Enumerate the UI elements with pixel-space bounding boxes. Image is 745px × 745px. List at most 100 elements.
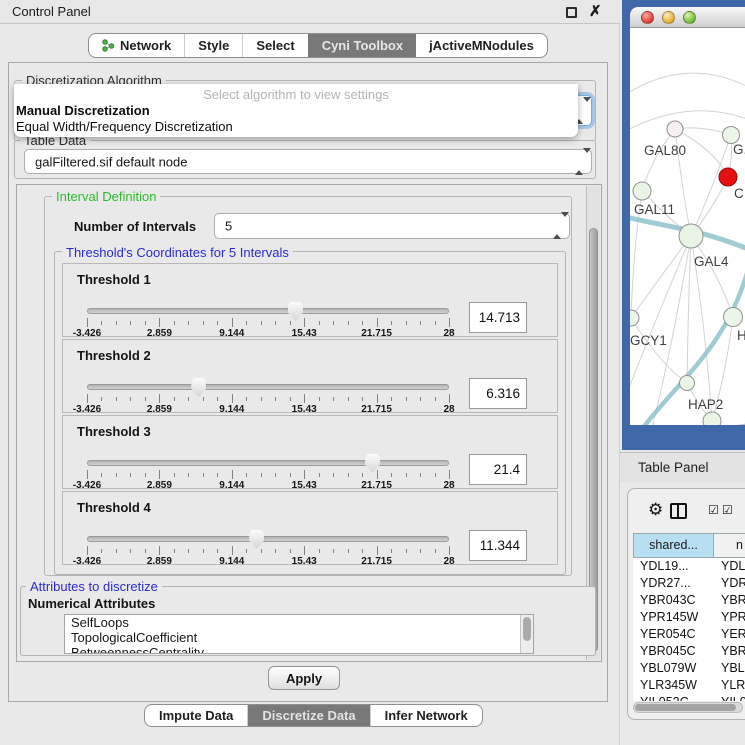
threshold-4-row: Threshold 4 -3.4262.8599.14415.4321.7152… — [62, 491, 558, 565]
network-nodes[interactable] — [630, 121, 743, 425]
close-traffic-light-icon[interactable] — [641, 11, 654, 24]
node-label: GAL4 — [694, 254, 729, 269]
threshold-3-label: Threshold 3 — [77, 424, 151, 439]
slider-tick-labels: -3.4262.8599.14415.4321.71528 — [87, 328, 449, 339]
table-row[interactable]: YLR345WYLR3 — [633, 677, 745, 694]
list-item[interactable]: SelfLoops — [65, 615, 533, 630]
network-icon — [102, 39, 115, 52]
slider-ticks — [87, 318, 449, 327]
threshold-3-value[interactable]: 21.4 — [469, 454, 527, 485]
algorithm-hint-text: Select algorithm to view settings — [14, 87, 578, 102]
table-hscrollbar[interactable] — [633, 702, 743, 713]
table-row[interactable]: YDR27...YDR2 — [633, 575, 745, 592]
close-icon[interactable]: ✗ — [589, 2, 602, 20]
threshold-4-slider[interactable]: -3.4262.8599.14415.4321.71528 — [87, 534, 449, 566]
list-item[interactable]: BetweennessCentrality — [65, 645, 533, 654]
table-panel-titlebar: Table Panel — [620, 452, 745, 482]
slider-ticks — [87, 470, 449, 479]
network-canvas[interactable]: GAL80 G. C GAL11 GAL4 GCY1 H HAP2 — [630, 28, 745, 425]
tab-cyni-toolbox[interactable]: Cyni Toolbox — [308, 34, 416, 57]
column-header-name[interactable]: n — [714, 533, 745, 558]
apply-button[interactable]: Apply — [268, 666, 340, 690]
slider-track[interactable] — [87, 308, 449, 314]
algorithm-dropdown-popup: Select algorithm to view settings Manual… — [14, 84, 578, 137]
table-data-combobox[interactable]: galFiltered.sif default node — [24, 149, 592, 174]
panel-title: Control Panel — [12, 4, 91, 19]
network-view-window: GAL80 G. C GAL11 GAL4 GCY1 H HAP2 — [622, 0, 745, 450]
threshold-4-value[interactable]: 11.344 — [469, 530, 527, 561]
table-row[interactable]: YER054CYER0 — [633, 626, 745, 643]
control-panel-titlebar: Control Panel ✗ — [0, 0, 620, 24]
threshold-2-slider[interactable]: -3.4262.8599.14415.4321.71528 — [87, 382, 449, 414]
threshold-3-slider[interactable]: -3.4262.8599.14415.4321.71528 — [87, 458, 449, 490]
threshold-2-value[interactable]: 6.316 — [469, 378, 527, 409]
column-header-shared-name[interactable]: shared... — [633, 533, 714, 558]
node-label: C — [734, 186, 744, 201]
table-row[interactable]: YPR145WYPR1 — [633, 609, 745, 626]
scrollbar-thumb[interactable] — [523, 617, 531, 641]
algorithm-option-manual[interactable]: Manual Discretization — [16, 103, 150, 118]
node-label: G. — [733, 142, 745, 157]
num-intervals-combobox[interactable]: 5 — [214, 213, 570, 239]
node-bottom[interactable] — [703, 412, 721, 425]
attributes-group-label: Attributes to discretize — [26, 579, 162, 594]
threshold-2-label: Threshold 2 — [77, 348, 151, 363]
slider-track[interactable] — [87, 460, 449, 466]
interval-definition-label: Interval Definition — [52, 189, 160, 204]
tab-infer-network[interactable]: Infer Network — [370, 705, 482, 726]
threshold-2-row: Threshold 2 -3.4262.8599.14415.4321.7152… — [62, 339, 558, 413]
threshold-1-value[interactable]: 14.713 — [469, 302, 527, 333]
minimize-traffic-light-icon[interactable] — [662, 11, 675, 24]
node-gal4[interactable] — [679, 224, 703, 248]
node-table-rows: YDL19...YDL1 YDR27...YDR2 YBR043CYBR0 YP… — [633, 558, 745, 701]
checkbox-icon[interactable]: ☑ — [708, 504, 719, 516]
threshold-3-row: Threshold 3 -3.4262.8599.14415.4321.7152… — [62, 415, 558, 489]
table-header-row: shared... n — [633, 533, 745, 558]
list-scrollbar[interactable] — [520, 615, 533, 653]
table-row[interactable]: YIL052CYIL0 — [633, 694, 745, 701]
algorithm-option-equal-width[interactable]: Equal Width/Frequency Discretization — [16, 119, 233, 134]
node-label: GAL80 — [644, 143, 686, 158]
node-hap2[interactable] — [680, 376, 695, 391]
tab-select[interactable]: Select — [242, 34, 307, 57]
network-window-titlebar[interactable] — [630, 7, 745, 28]
node-label: HAP2 — [688, 397, 723, 412]
spinner-icon — [553, 217, 561, 235]
screenshot-root: Control Panel ✗ Network Style Select Cyn… — [0, 0, 745, 745]
slider-tick-labels: -3.4262.8599.14415.4321.71528 — [87, 480, 449, 491]
list-item[interactable]: TopologicalCoefficient — [65, 630, 533, 645]
tab-style[interactable]: Style — [184, 34, 242, 57]
tab-jactivemnodules[interactable]: jActiveMNodules — [416, 34, 547, 57]
threshold-1-label: Threshold 1 — [77, 272, 151, 287]
slider-track[interactable] — [87, 536, 449, 542]
split-columns-icon[interactable] — [670, 503, 687, 519]
scrollbar-thumb[interactable] — [635, 704, 736, 711]
table-panel-body: ⚙ ☑ ☑ shared... n YDL19...YDL1 YDR27...Y… — [627, 488, 745, 720]
checkbox-icon[interactable]: ☑ — [722, 504, 733, 516]
node-gal11[interactable] — [633, 182, 651, 200]
slider-track[interactable] — [87, 384, 449, 390]
table-row[interactable]: YBR045CYBR0 — [633, 643, 745, 660]
network-edges — [630, 73, 745, 425]
table-row[interactable]: YBR043CYBR0 — [633, 592, 745, 609]
slider-ticks — [87, 394, 449, 403]
right-region: GAL80 G. C GAL11 GAL4 GCY1 H HAP2 Table … — [620, 0, 745, 745]
tab-impute-data[interactable]: Impute Data — [145, 705, 247, 726]
float-window-icon[interactable] — [566, 7, 577, 18]
node-g[interactable] — [723, 127, 740, 144]
threshold-1-slider[interactable]: -3.4262.8599.14415.4321.71528 — [87, 306, 449, 338]
node-gal80[interactable] — [667, 121, 683, 137]
tab-discretize-data[interactable]: Discretize Data — [247, 705, 369, 726]
node-h[interactable] — [724, 308, 743, 327]
node-gcy1[interactable] — [630, 310, 639, 326]
table-row[interactable]: YBL079WYBL0 — [633, 660, 745, 677]
node-red-selected[interactable] — [719, 168, 737, 186]
tab-network[interactable]: Network — [89, 34, 184, 57]
table-row[interactable]: YDL19...YDL1 — [633, 558, 745, 575]
num-intervals-value: 5 — [225, 219, 232, 234]
zoom-traffic-light-icon[interactable] — [683, 11, 696, 24]
control-panel-tab-bar: Network Style Select Cyni Toolbox jActiv… — [88, 33, 548, 58]
node-label: H — [737, 328, 745, 343]
numerical-attributes-list[interactable]: SelfLoops TopologicalCoefficient Between… — [64, 614, 534, 654]
gear-icon[interactable]: ⚙ — [648, 501, 663, 518]
